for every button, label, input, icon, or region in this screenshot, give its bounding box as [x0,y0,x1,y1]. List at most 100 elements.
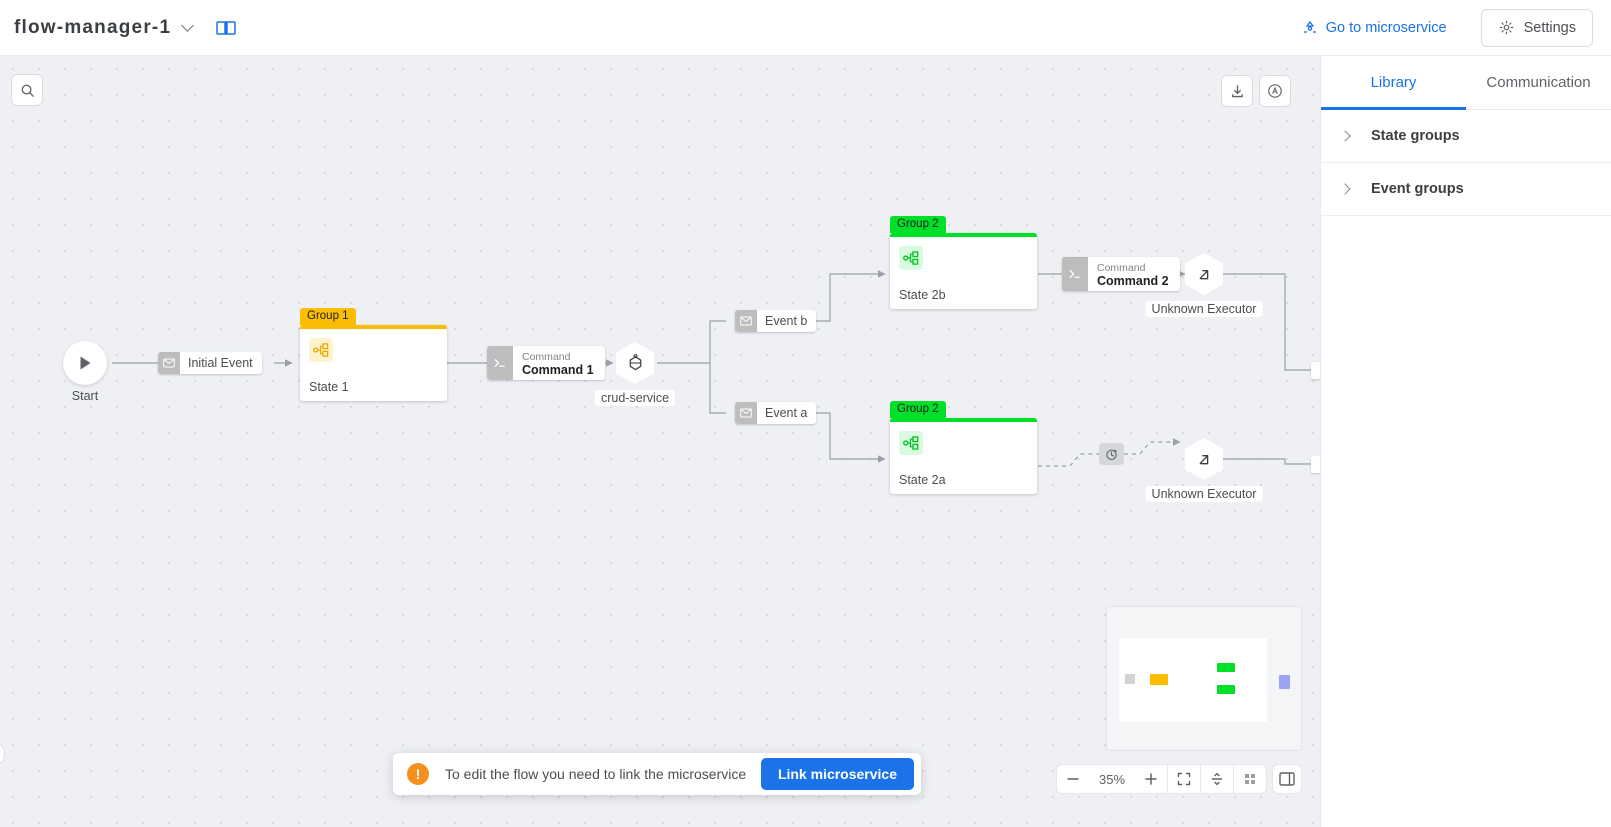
minimap-viewport[interactable] [1119,638,1267,722]
node-state-2b[interactable]: Group 2 State 2b [890,233,1037,309]
node-unknown-executor-top[interactable]: Unknown Executor [1185,253,1223,295]
state-tree-icon [899,246,923,270]
command-1-name: Command 1 [522,363,594,377]
event-a-label: Event a [757,406,816,420]
node-timer[interactable] [1099,443,1124,465]
service-hex-icon [616,342,654,384]
terminal-icon [1062,257,1088,291]
flow-dropdown-button[interactable] [183,25,192,30]
node-clipped-right-bottom[interactable] [1311,456,1320,473]
zoom-level-value[interactable]: 35% [1089,772,1135,787]
grid-icon [1243,772,1257,786]
node-crud-service[interactable]: crud-service [616,342,654,384]
unknown-executor-top-label: Unknown Executor [1146,301,1263,317]
state-1-label: State 1 [309,380,349,394]
envelope-icon [735,310,757,332]
minimap-node [1125,674,1135,684]
envelope-icon [158,352,180,374]
minimap-node [1150,674,1168,685]
external-link-icon [1185,438,1223,480]
panel-row-event-groups[interactable]: Event groups [1321,163,1611,216]
book-icon[interactable] [216,20,236,36]
fit-content-icon [1267,83,1283,99]
terminal-icon [487,346,513,380]
zoom-toolbar: 35% [1056,764,1267,794]
page-title: flow-manager-1 [14,17,171,39]
node-initial-event[interactable]: Initial Event [158,352,262,374]
command-1-kind: Command [522,351,594,363]
chevron-down-icon [181,19,194,32]
flow-canvas[interactable]: Start Initial Event Group 1 [0,56,1320,827]
node-state-1[interactable]: Group 1 State 1 [300,325,447,401]
event-b-label: Event b [757,314,816,328]
banner-message: To edit the flow you need to link the mi… [445,766,746,782]
state-tree-icon [899,431,923,455]
state-groups-label: State groups [1371,128,1460,144]
go-to-microservice-link[interactable]: Go to microservice [1302,20,1447,36]
minimap-node [1217,685,1235,694]
chevron-right-icon [1339,130,1350,141]
play-icon [78,355,93,371]
envelope-icon [735,402,757,424]
gear-icon [1498,19,1515,36]
panel-toggle-button[interactable] [1272,764,1302,794]
group-2-badge: Group 2 [890,401,946,418]
chevron-right-icon [1339,183,1350,194]
group-1-accent-bar [300,325,447,329]
fit-screen-icon [1177,772,1191,786]
download-icon [1230,84,1245,99]
panel-tabs: Library Communication [1321,56,1611,110]
zoom-in-button[interactable] [1135,765,1167,793]
minimap-node [1217,663,1235,672]
grid-button[interactable] [1234,765,1266,793]
minimap[interactable] [1106,606,1302,751]
download-button[interactable] [1221,75,1253,107]
group-2-accent-bar [890,418,1037,422]
start-circle [63,341,107,385]
node-start[interactable]: Start [63,341,107,385]
group-2-accent-bar [890,233,1037,237]
node-unknown-executor-bottom[interactable]: Unknown Executor [1185,438,1223,480]
node-state-2a[interactable]: Group 2 State 2a [890,418,1037,494]
command-2-name: Command 2 [1097,274,1169,288]
fit-screen-button[interactable] [1168,765,1200,793]
zoom-out-button[interactable] [1057,765,1089,793]
settings-button[interactable]: Settings [1481,9,1593,47]
node-clipped-right-top[interactable] [1311,362,1320,379]
warning-icon: ! [407,763,429,785]
fit-content-button[interactable] [1259,75,1291,107]
state-tree-icon [309,338,333,362]
minimap-node-offscreen [1279,675,1290,689]
external-link-icon [1185,253,1223,295]
link-microservice-button[interactable]: Link microservice [761,758,914,790]
settings-label: Settings [1524,20,1576,36]
unknown-executor-bottom-label: Unknown Executor [1146,486,1263,502]
start-label: Start [72,389,98,403]
node-command-2[interactable]: Command Command 2 [1062,257,1180,291]
node-event-a[interactable]: Event a [735,402,816,424]
command-2-kind: Command [1097,262,1169,274]
auto-layout-button[interactable] [1201,765,1233,793]
plus-icon [1144,772,1158,786]
tab-communication[interactable]: Communication [1466,56,1611,109]
search-button[interactable] [11,74,43,106]
group-1-badge: Group 1 [300,308,356,325]
auto-layout-icon [1210,772,1224,786]
panel-row-state-groups[interactable]: State groups [1321,110,1611,163]
go-to-microservice-label: Go to microservice [1326,20,1447,36]
group-2-badge: Group 2 [890,216,946,233]
search-icon [20,83,35,98]
node-command-1[interactable]: Command Command 1 [487,346,605,380]
top-bar: flow-manager-1 Go to microservice Settin [0,0,1611,56]
initial-event-label: Initial Event [180,356,262,370]
timer-icon [1099,443,1124,465]
event-groups-label: Event groups [1371,181,1464,197]
crud-service-label: crud-service [595,390,675,406]
top-bar-actions: Go to microservice Settings [1302,9,1611,47]
tab-library[interactable]: Library [1321,56,1466,109]
minus-icon [1066,772,1080,786]
right-panel: Library Communication State groups Event… [1320,56,1611,827]
state-2b-label: State 2b [899,288,946,302]
node-event-b[interactable]: Event b [735,310,816,332]
microservice-icon [1302,20,1318,36]
